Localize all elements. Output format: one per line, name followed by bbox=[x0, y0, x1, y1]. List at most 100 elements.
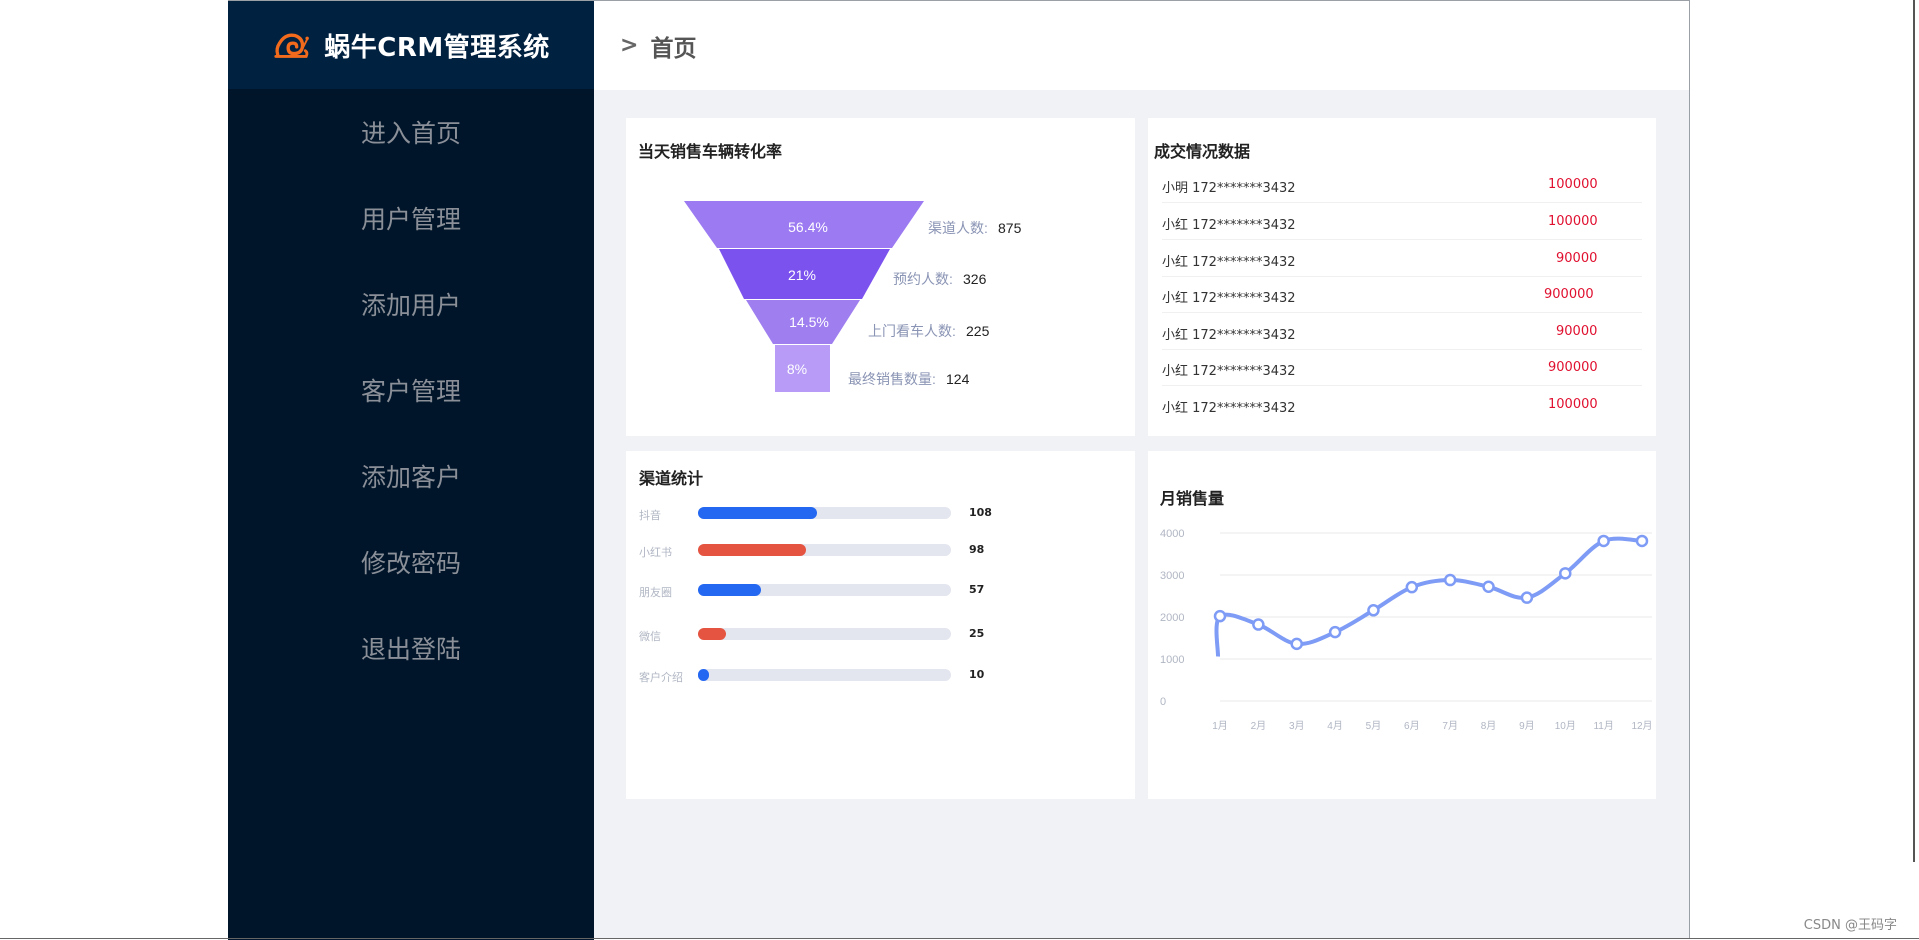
channel-bar-fill bbox=[698, 628, 726, 640]
channel-bar-track bbox=[698, 628, 951, 640]
x-tick-label: 12月 bbox=[1631, 720, 1652, 732]
channel-value: 108 bbox=[969, 506, 992, 519]
window-edge bbox=[1913, 0, 1915, 862]
channel-value: 10 bbox=[969, 668, 984, 681]
funnel-percent-2: 21% bbox=[788, 267, 816, 283]
table-row: 小红 172*******3432 900000 bbox=[1162, 350, 1642, 386]
deal-name: 小红 172*******3432 bbox=[1162, 287, 1296, 306]
y-tick-label: 3000 bbox=[1160, 570, 1184, 582]
app-title: 蜗牛CRM管理系统 bbox=[324, 27, 549, 64]
x-tick-label: 2月 bbox=[1251, 720, 1267, 732]
table-row: 小红 172*******3432100000 bbox=[1162, 204, 1642, 240]
data-point[interactable] bbox=[1445, 575, 1455, 585]
funnel-percent-4: 8% bbox=[787, 361, 807, 377]
funnel-percent-1: 56.4% bbox=[788, 219, 828, 235]
channel-label: 朋友圈 bbox=[639, 584, 672, 600]
table-row: 小红 172*******3432 90000 bbox=[1162, 241, 1642, 277]
deal-name: 小红 172*******3432 bbox=[1162, 214, 1296, 233]
x-tick-label: 5月 bbox=[1366, 720, 1382, 732]
x-tick-label: 10月 bbox=[1555, 720, 1576, 732]
watermark: CSDN @王码字 bbox=[1804, 914, 1897, 933]
data-point[interactable] bbox=[1560, 568, 1570, 578]
x-tick-label: 3月 bbox=[1289, 720, 1305, 732]
table-row: 小红 172*******3432 90000 bbox=[1162, 314, 1642, 350]
channel-label: 微信 bbox=[639, 628, 661, 644]
breadcrumb-current[interactable]: 首页 bbox=[650, 29, 696, 63]
deal-amount: 90000 bbox=[1556, 251, 1597, 266]
funnel-card: 当天销售车辆转化率 56.4% 21% 14.5% 8% 渠道人数: 875 预… bbox=[626, 118, 1135, 436]
deal-amount: 900000 bbox=[1548, 360, 1598, 375]
brand: 蜗牛CRM管理系统 bbox=[228, 1, 594, 89]
y-tick-label: 1000 bbox=[1160, 654, 1184, 666]
channel-bar-track bbox=[698, 669, 951, 681]
channel-label: 抖音 bbox=[639, 507, 661, 523]
deal-amount: 100000 bbox=[1548, 397, 1598, 412]
channel-bar-fill bbox=[698, 584, 761, 596]
funnel-label-1: 渠道人数: bbox=[928, 220, 988, 236]
channel-bar-track bbox=[698, 584, 951, 596]
series-line bbox=[1216, 539, 1642, 657]
funnel-label-3: 上门看车人数: bbox=[868, 323, 956, 339]
data-point[interactable] bbox=[1522, 593, 1532, 603]
y-tick-label: 4000 bbox=[1160, 528, 1184, 540]
x-tick-label: 11月 bbox=[1593, 720, 1613, 732]
channel-row: 客户介绍 10 bbox=[639, 665, 1039, 685]
data-point[interactable] bbox=[1407, 582, 1417, 592]
data-point[interactable] bbox=[1637, 536, 1647, 546]
channel-bar-fill bbox=[698, 669, 709, 681]
channel-bar-fill bbox=[698, 544, 806, 556]
menu-item-customer-management[interactable]: 客户管理 bbox=[228, 347, 594, 433]
funnel-chart: 56.4% 21% 14.5% 8% 渠道人数: 875 预约人数: 326 上… bbox=[626, 118, 1135, 436]
deals-card: 成交情况数据 小明 172*******3432100000 小红 172***… bbox=[1148, 118, 1656, 436]
data-point[interactable] bbox=[1292, 639, 1302, 649]
menu-item-change-password[interactable]: 修改密码 bbox=[228, 519, 594, 605]
x-tick-label: 6月 bbox=[1404, 720, 1420, 732]
deal-name: 小红 172*******3432 bbox=[1162, 251, 1296, 270]
deal-amount: 90000 bbox=[1556, 324, 1597, 339]
funnel-value-2: 326 bbox=[963, 271, 987, 287]
menu-item-add-user[interactable]: 添加用户 bbox=[228, 261, 594, 347]
x-tick-label: 8月 bbox=[1481, 720, 1497, 732]
menu-item-user-management[interactable]: 用户管理 bbox=[228, 175, 594, 261]
x-tick-label: 1月 bbox=[1212, 720, 1228, 732]
channel-row: 朋友圈 57 bbox=[639, 580, 1039, 600]
snail-icon bbox=[272, 26, 310, 64]
x-tick-label: 9月 bbox=[1519, 720, 1535, 732]
channel-bar-track bbox=[698, 544, 951, 556]
menu-item-home[interactable]: 进入首页 bbox=[228, 89, 594, 175]
channel-value: 25 bbox=[969, 627, 984, 640]
x-tick-label: 7月 bbox=[1442, 720, 1458, 732]
menu-item-add-customer[interactable]: 添加客户 bbox=[228, 433, 594, 519]
funnel-value-3: 225 bbox=[966, 323, 990, 339]
funnel-label-2: 预约人数: bbox=[893, 271, 953, 287]
data-point[interactable] bbox=[1484, 582, 1494, 592]
data-point[interactable] bbox=[1368, 605, 1378, 615]
channel-row: 抖音 108 bbox=[639, 503, 1039, 523]
menu-item-logout[interactable]: 退出登陆 bbox=[228, 605, 594, 691]
breadcrumb-arrow: > bbox=[620, 33, 638, 58]
channel-bar-track bbox=[698, 507, 951, 519]
data-point[interactable] bbox=[1253, 620, 1263, 630]
table-row: 小红 172*******3432 900000 bbox=[1162, 277, 1642, 313]
table-row: 小红 172*******3432 100000 bbox=[1162, 387, 1642, 423]
funnel-value-4: 124 bbox=[946, 371, 970, 387]
data-point[interactable] bbox=[1330, 627, 1340, 637]
deals-title: 成交情况数据 bbox=[1154, 138, 1250, 162]
y-tick-label: 0 bbox=[1160, 696, 1166, 708]
funnel-value-1: 875 bbox=[998, 220, 1022, 236]
app-window: 蜗牛CRM管理系统 进入首页 用户管理 添加用户 客户管理 添加客户 修改密码 … bbox=[228, 0, 1690, 939]
channel-value: 98 bbox=[969, 543, 984, 556]
data-point[interactable] bbox=[1215, 611, 1225, 621]
deal-name: 小红 172*******3432 bbox=[1162, 397, 1296, 416]
y-tick-label: 2000 bbox=[1160, 612, 1184, 624]
deal-name: 小红 172*******3432 bbox=[1162, 360, 1296, 379]
deal-amount: 900000 bbox=[1544, 287, 1594, 302]
funnel-label-4: 最终销售数量: bbox=[848, 371, 936, 387]
channel-bar-fill bbox=[698, 507, 817, 519]
deal-name: 小红 172*******3432 bbox=[1162, 324, 1296, 343]
monthly-sales-card: 月销售量 010002000300040001月2月3月4月5月6月7月8月9月… bbox=[1148, 451, 1656, 799]
nav-menu: 进入首页 用户管理 添加用户 客户管理 添加客户 修改密码 退出登陆 bbox=[228, 89, 594, 691]
monthly-sales-chart: 010002000300040001月2月3月4月5月6月7月8月9月10月11… bbox=[1148, 451, 1656, 799]
data-point[interactable] bbox=[1599, 536, 1609, 546]
channel-label: 客户介绍 bbox=[639, 669, 683, 685]
